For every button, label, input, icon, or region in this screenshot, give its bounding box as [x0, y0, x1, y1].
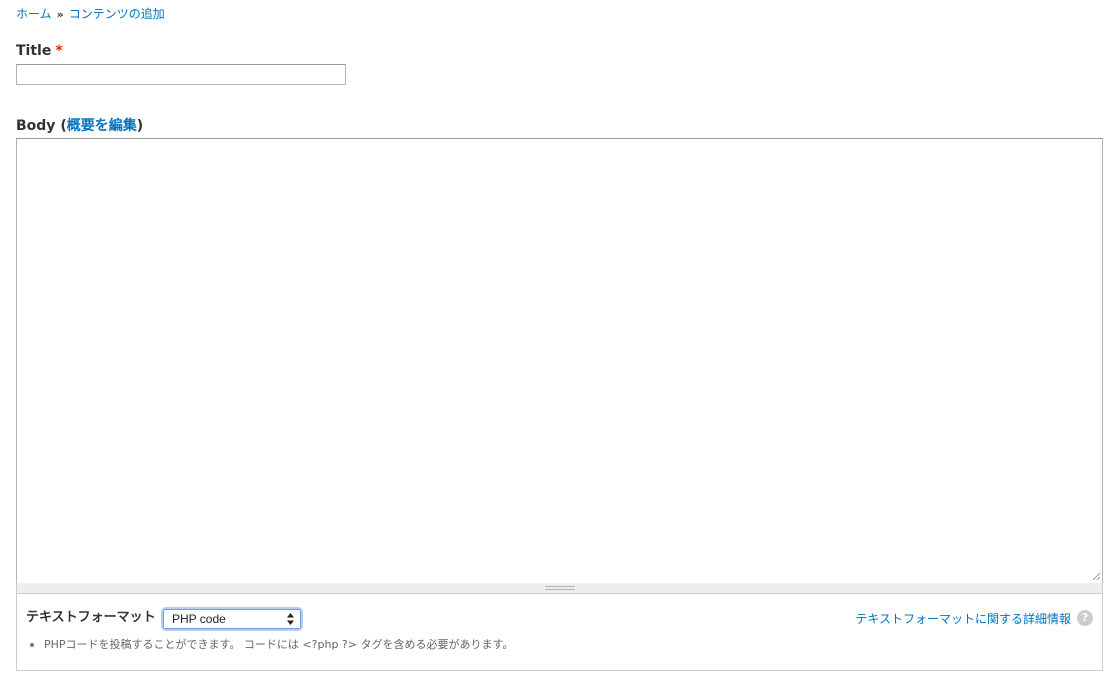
text-format-tips: PHPコードを投稿することができます。 コードには <?php ?> タグを含め…	[26, 637, 513, 653]
breadcrumb-add-content-link[interactable]: コンテンツの追加	[69, 7, 165, 21]
grippie-icon	[545, 586, 575, 590]
title-label: Title *	[16, 42, 63, 60]
select-arrows-icon	[287, 613, 294, 625]
breadcrumb-home-link[interactable]: ホーム	[16, 7, 52, 21]
content-add-form: ホーム » コンテンツの追加 Title * Body (概要を編集) テキストフォー…	[0, 0, 1120, 680]
edit-summary-link[interactable]: 概要を編集	[67, 118, 137, 134]
text-format-help-link[interactable]: テキストフォーマットに関する詳細情報	[855, 611, 1071, 627]
text-format-wrapper: テキストフォーマット PHP code テキストフォーマットに関する詳細情報 ?…	[16, 594, 1103, 671]
body-label-text: Body	[16, 118, 56, 134]
help-icon[interactable]: ?	[1077, 610, 1093, 626]
title-input[interactable]	[16, 64, 346, 85]
body-label: Body (概要を編集)	[16, 117, 143, 135]
text-format-label: テキストフォーマット	[26, 610, 156, 625]
breadcrumb: ホーム » コンテンツの追加	[16, 6, 165, 23]
body-label-close-paren: )	[136, 118, 144, 134]
breadcrumb-separator: »	[56, 8, 64, 21]
body-textarea[interactable]	[16, 138, 1103, 584]
text-format-select[interactable]: PHP code	[163, 609, 301, 629]
resize-corner-icon[interactable]	[1091, 571, 1101, 581]
required-marker: *	[55, 43, 63, 59]
title-label-text: Title	[16, 43, 52, 59]
text-format-tip-item: PHPコードを投稿することができます。 コードには <?php ?> タグを含め…	[26, 637, 513, 653]
text-format-selected-value: PHP code	[172, 612, 226, 626]
textarea-resize-grippie[interactable]	[16, 583, 1103, 594]
